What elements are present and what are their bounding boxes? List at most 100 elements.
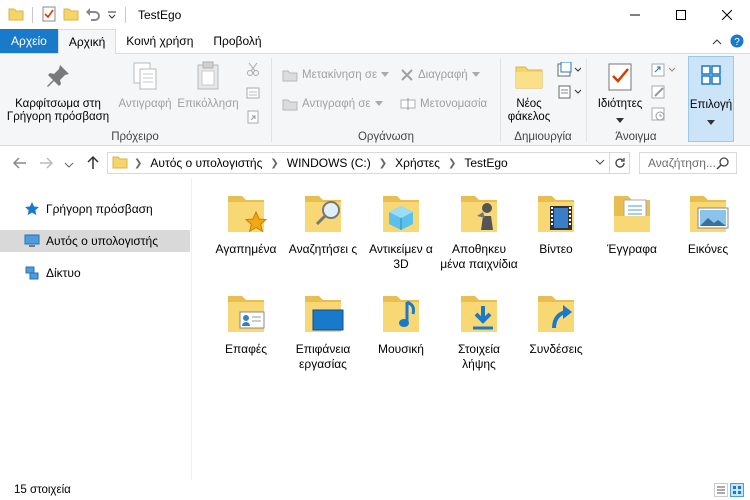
folder-item-links[interactable]: Συνδέσεις xyxy=(517,290,595,357)
folder-item-music[interactable]: Μουσική xyxy=(362,290,440,357)
back-button[interactable] xyxy=(12,155,28,174)
new-folder-icon xyxy=(513,60,545,92)
undo-icon[interactable] xyxy=(85,6,101,25)
copy-to-icon xyxy=(282,99,298,111)
close-button[interactable] xyxy=(704,0,750,30)
properties-button[interactable]: Ιδιότητες xyxy=(591,60,649,128)
links-folder-icon xyxy=(532,290,580,338)
clipboard-group-label: Πρόχειρο xyxy=(111,131,159,143)
new-folder-qat-icon[interactable] xyxy=(63,6,79,25)
star-icon xyxy=(25,202,39,216)
minimize-button[interactable] xyxy=(612,0,658,30)
breadcrumb-item-this-pc[interactable]: Αυτός ο υπολογιστής xyxy=(150,156,262,170)
folder-item-documents[interactable]: Έγγραφα xyxy=(593,190,671,257)
collapse-ribbon-icon[interactable] xyxy=(712,36,722,50)
recent-locations-button[interactable] xyxy=(64,159,74,173)
properties-qat-icon[interactable] xyxy=(41,6,57,25)
maximize-button[interactable] xyxy=(658,0,704,30)
large-icons-view-button[interactable] xyxy=(730,483,744,497)
paste-button[interactable]: Επικόλληση xyxy=(176,60,240,111)
refresh-icon xyxy=(614,158,625,168)
file-list: Αγαπημένα Αναζητήσει ς Αντικείμεν α 3D Α… xyxy=(193,178,750,480)
cut-icon[interactable] xyxy=(246,62,260,79)
address-bar[interactable]: ❯ Αυτός ο υπολογιστής ❯ WINDOWS (C:) ❯ Χ… xyxy=(107,152,630,174)
tab-home[interactable]: Αρχική xyxy=(57,29,117,54)
close-icon xyxy=(722,10,732,20)
folder-item-videos[interactable]: Βίντεο xyxy=(517,190,595,257)
svg-text:?: ? xyxy=(734,37,740,48)
select-label: Επιλογή xyxy=(689,99,733,111)
qat-dropdown-icon[interactable] xyxy=(107,6,117,25)
window-title: TestEgo xyxy=(138,8,182,22)
new-folder-button[interactable]: Νέος φάκελος xyxy=(505,60,553,124)
folder-item-searches[interactable]: Αναζητήσει ς xyxy=(284,190,362,257)
folder-item-saved-games[interactable]: Αποθηκευ μένα παιχνίδια xyxy=(440,190,518,272)
up-button[interactable] xyxy=(85,155,101,174)
new-item-icon[interactable] xyxy=(557,61,582,81)
tab-file[interactable]: Αρχείο xyxy=(0,29,58,53)
select-button[interactable]: Επιλογή xyxy=(688,56,734,142)
breadcrumb-separator-icon[interactable]: ❯ xyxy=(379,158,387,169)
copy-button[interactable]: Αντιγραφή xyxy=(114,60,176,111)
delete-button[interactable]: Διαγραφή xyxy=(400,68,480,82)
search-input[interactable]: Αναζήτηση... xyxy=(639,152,737,174)
copy-to-button[interactable]: Αντιγραφή σε xyxy=(282,97,383,111)
open-icon[interactable] xyxy=(651,62,677,81)
nav-item-this-pc[interactable]: Αυτός ο υπολογιστής xyxy=(0,230,190,252)
folder-item-downloads[interactable]: Στοιχεία λήψης xyxy=(440,290,518,372)
chevron-down-icon xyxy=(595,159,605,165)
music-folder-icon xyxy=(377,290,425,338)
breadcrumb-separator-icon[interactable]: ❯ xyxy=(448,158,456,169)
folder-item-desktop[interactable]: Επιφάνεια εργασίας xyxy=(284,290,362,372)
properties-icon xyxy=(604,60,636,92)
forward-button[interactable] xyxy=(38,155,54,174)
breadcrumb-item-user[interactable]: TestEgo xyxy=(464,156,507,170)
open-group-label: Άνοιγμα xyxy=(615,131,657,143)
ribbon-tabs: Αρχείο Αρχική Κοινή χρήση Προβολή ? xyxy=(0,29,750,54)
dropdown-arrow-icon xyxy=(374,101,383,106)
breadcrumb-item-drive[interactable]: WINDOWS (C:) xyxy=(287,156,371,170)
edit-icon[interactable] xyxy=(651,84,667,103)
rename-button[interactable]: Μετονομασία xyxy=(400,97,487,111)
new-group: Νέος φάκελος Δημιουργία xyxy=(501,54,585,146)
folder-icon xyxy=(8,6,24,25)
documents-folder-icon xyxy=(608,190,656,238)
back-arrow-icon xyxy=(12,157,26,169)
navigation-bar: ❯ Αυτός ο υπολογιστής ❯ WINDOWS (C:) ❯ Χ… xyxy=(0,148,750,178)
refresh-button[interactable] xyxy=(609,153,629,173)
pin-quick-access-button[interactable]: Καρφίτσωμα στη Γρήγορη πρόσβαση xyxy=(6,60,110,124)
easy-access-icon[interactable] xyxy=(557,84,582,103)
dropdown-arrow-icon xyxy=(707,120,715,125)
folder-item-3d-objects[interactable]: Αντικείμεν α 3D xyxy=(362,190,440,272)
folder-icon xyxy=(112,155,128,172)
breadcrumb-separator-icon[interactable]: ❯ xyxy=(270,158,278,169)
pin-icon xyxy=(42,60,74,92)
status-bar: 15 στοιχεία xyxy=(0,480,750,500)
3d-objects-folder-icon xyxy=(377,190,425,238)
breadcrumb-item-users[interactable]: Χρήστες xyxy=(395,156,440,170)
searches-folder-icon xyxy=(299,190,347,238)
copy-path-icon[interactable] xyxy=(246,86,260,103)
dropdown-arrow-icon xyxy=(381,72,390,77)
nav-item-network[interactable]: Δίκτυο xyxy=(0,262,190,284)
address-history-button[interactable] xyxy=(591,153,609,173)
details-view-button[interactable] xyxy=(714,483,728,497)
contacts-folder-icon xyxy=(222,290,270,338)
tab-share[interactable]: Κοινή χρήση xyxy=(116,29,203,53)
item-count: 15 στοιχεία xyxy=(14,484,71,496)
paste-shortcut-icon[interactable] xyxy=(246,110,260,127)
move-to-button[interactable]: Μετακίνηση σε xyxy=(282,68,390,82)
clipboard-group: Καρφίτσωμα στη Γρήγορη πρόσβαση Αντιγραφ… xyxy=(0,54,270,146)
folder-item-pictures[interactable]: Εικόνες xyxy=(669,190,747,257)
breadcrumb-separator-icon[interactable]: ❯ xyxy=(134,158,142,169)
minimize-icon xyxy=(630,14,640,16)
folder-item-contacts[interactable]: Επαφές xyxy=(207,290,285,357)
rename-icon xyxy=(400,98,416,110)
help-icon[interactable]: ? xyxy=(730,34,744,51)
nav-item-quick-access[interactable]: Γρήγορη πρόσβαση xyxy=(0,198,190,220)
computer-icon xyxy=(24,234,40,247)
folder-item-favorites[interactable]: Αγαπημένα xyxy=(207,190,285,257)
tab-view[interactable]: Προβολή xyxy=(203,29,271,53)
organize-group-label: Οργάνωση xyxy=(357,131,415,143)
history-icon[interactable] xyxy=(651,106,667,125)
